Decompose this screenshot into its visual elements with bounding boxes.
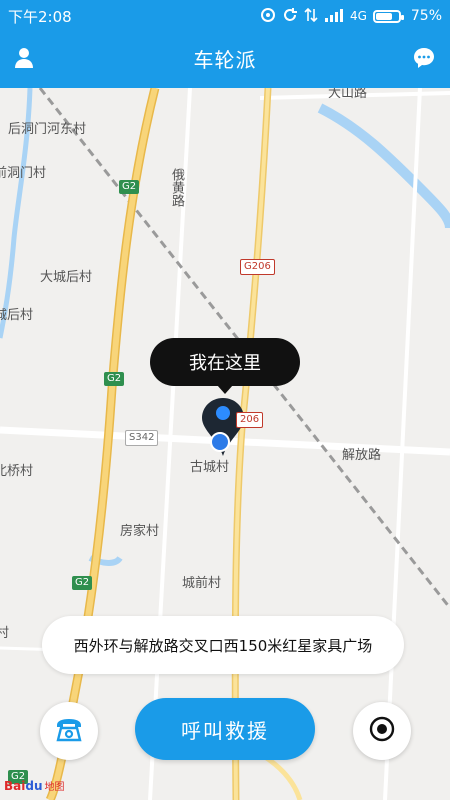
refresh-icon [282,7,298,26]
location-bubble-tail [217,385,233,394]
location-bubble: 我在这里 [150,338,300,386]
map-label: 俄黄路 [169,168,184,207]
page-title: 车轮派 [193,48,257,72]
road-shield: G2 [72,576,93,590]
river-northeast [317,103,450,229]
call-button[interactable] [40,702,98,760]
phone-icon [54,715,84,747]
map-label: 北桥村 [0,464,34,479]
road-shield: 206 [236,412,264,428]
road-shield: G2 [119,180,140,194]
app-header: 车轮派 [0,32,450,88]
sync-icon [260,7,276,26]
chat-icon [412,46,436,74]
road-shield: S342 [125,430,159,446]
map-label: 村 [0,626,10,641]
battery-percent: 75% [410,8,442,24]
map-view[interactable]: 后洞门河东村 前洞门村 俄黄路 大城后村 城后村 北桥村 古城村 房家村 城前村… [0,88,450,800]
battery-tip [400,14,404,20]
map-label: 城后村 [0,308,34,323]
road-east [383,88,422,800]
status-icons: 4G 75% [72,7,442,26]
location-pin-dot [216,406,230,420]
baidu-map-logo: Baidu 地图 [4,779,65,793]
current-location-icon [210,432,230,452]
call-rescue-button[interactable]: 呼叫救援 [135,698,315,760]
road-shield: G206 [240,259,275,275]
map-label: 城前村 [182,576,222,591]
signal-icon [324,8,344,25]
locate-icon [368,715,396,747]
network-type: 4G [349,9,367,23]
map-label: 前洞门村 [0,166,47,181]
map-canvas [0,88,450,800]
address-display: 西外环与解放路交叉口西150米红星家具广场 [42,616,404,674]
map-label: 古城村 [190,460,230,475]
map-label: 解放路 [342,448,382,463]
map-label: 大山路 [328,88,368,101]
map-label: 房家村 [120,524,160,539]
battery-fill [375,12,393,20]
map-label: 后洞门河东村 [8,122,87,137]
data-transfer-icon [304,7,318,26]
user-icon [14,47,34,73]
message-button[interactable] [404,40,444,80]
status-time: 下午2:08 [8,7,72,26]
battery-icon [372,9,404,23]
map-label: 大城后村 [40,270,93,285]
profile-button[interactable] [4,40,44,80]
locate-button[interactable] [353,702,411,760]
status-bar: 下午2:08 4G 75% [0,0,450,32]
road-shield: G2 [104,372,125,386]
